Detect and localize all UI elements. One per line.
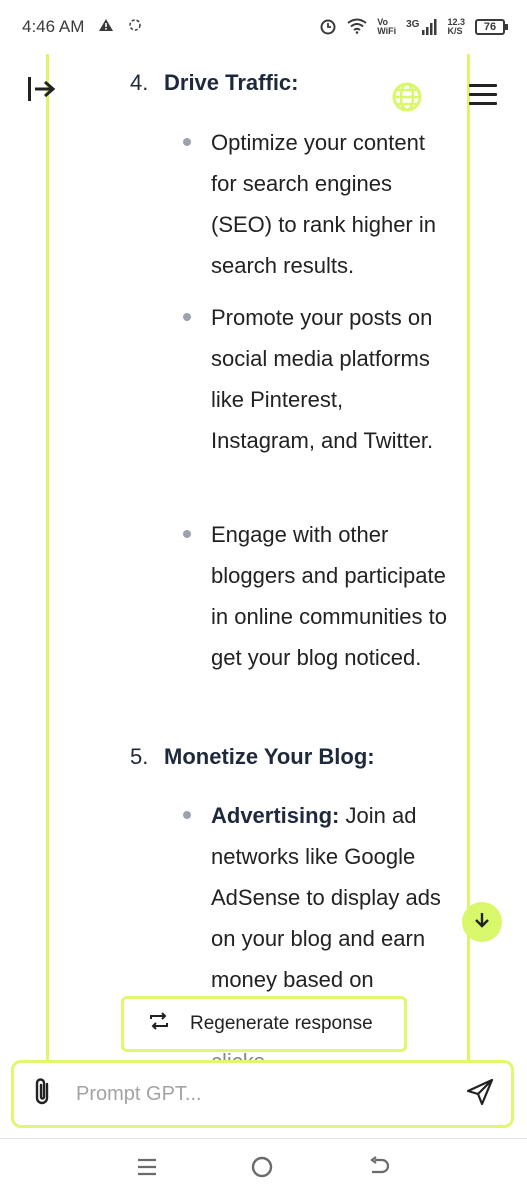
paperclip-icon[interactable] <box>30 1076 56 1113</box>
prompt-input-bar[interactable]: Prompt GPT... <box>11 1060 514 1128</box>
list-item: Engage with other bloggers and participa… <box>211 522 448 670</box>
status-bar: 4:46 AM Vo WiFi 3G 12.3 K/S 76 <box>0 0 527 54</box>
step-4-title: Drive Traffic: <box>164 70 299 95</box>
list-item: Promote your posts on social media platf… <box>211 305 434 453</box>
signal-icon: 3G <box>406 19 437 35</box>
step-4-heading: 4. Drive Traffic: <box>130 70 299 95</box>
chat-content[interactable]: 4. Drive Traffic: Optimize your content f… <box>0 54 527 1060</box>
bullet-dot <box>183 313 191 321</box>
regenerate-label: Regenerate response <box>190 1013 373 1034</box>
regenerate-button[interactable]: Regenerate response <box>121 996 407 1052</box>
recent-apps-icon[interactable] <box>136 1157 158 1182</box>
bullet-dot <box>183 138 191 146</box>
alarm-icon <box>319 17 337 38</box>
sidebar-toggle-icon[interactable] <box>24 72 58 106</box>
bullet-dot <box>183 530 191 538</box>
bullet-dot <box>183 811 191 819</box>
wifi-icon <box>347 18 367 37</box>
status-time: 4:46 AM <box>22 17 85 36</box>
vowifi-indicator: Vo WiFi <box>377 17 397 36</box>
menu-icon[interactable] <box>469 84 497 106</box>
globe-icon[interactable] <box>390 80 424 114</box>
scroll-down-button[interactable] <box>462 902 502 942</box>
prompt-input[interactable]: Prompt GPT... <box>76 1083 465 1106</box>
system-nav-bar <box>0 1139 527 1200</box>
step-5-heading: 5. Monetize Your Blog: <box>130 744 375 769</box>
advertising-label: Advertising: <box>211 803 340 828</box>
list-item: Optimize your content for search engines… <box>211 130 436 278</box>
step-5-title: Monetize Your Blog: <box>164 744 375 769</box>
battery-indicator: 76 <box>475 19 508 35</box>
network-speed: 12.3 K/S <box>447 17 465 36</box>
advertising-text: Join ad networks like Google AdSense to … <box>211 803 441 992</box>
arrow-down-icon <box>472 910 492 935</box>
send-icon[interactable] <box>465 1077 495 1112</box>
list-item: Advertising: Join ad networks like Googl… <box>211 795 451 1000</box>
network-type: 3G <box>406 19 420 30</box>
back-icon[interactable] <box>367 1156 391 1183</box>
warning-icon <box>98 17 114 37</box>
home-icon[interactable] <box>250 1155 274 1184</box>
regenerate-icon <box>148 1011 170 1037</box>
sync-icon <box>128 17 142 37</box>
